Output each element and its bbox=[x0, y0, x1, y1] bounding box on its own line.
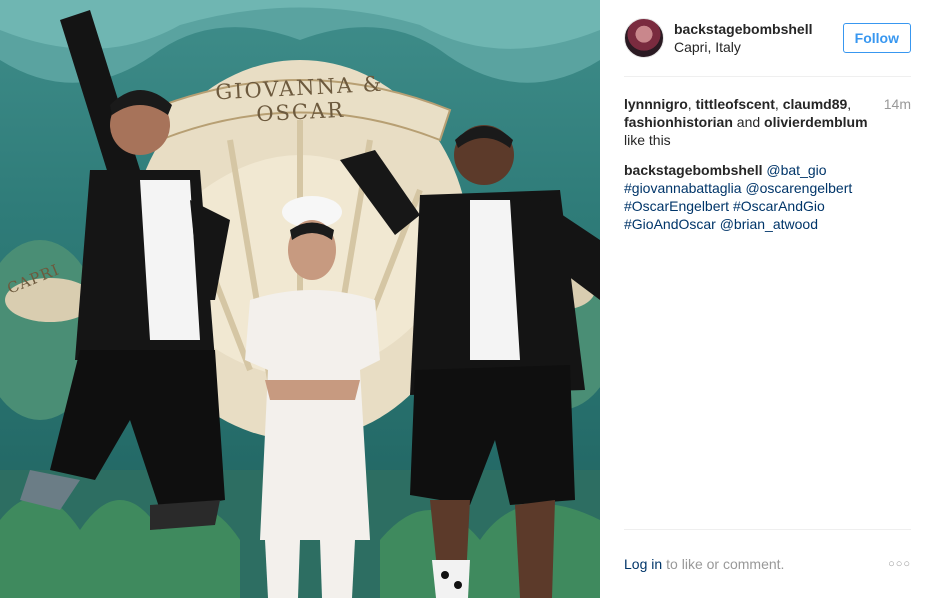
user-block: backstagebombshell Capri, Italy bbox=[674, 20, 843, 56]
caption-hashtag[interactable]: #OscarEngelbert bbox=[624, 198, 729, 214]
likes-summary: 14m lynnnigro, tittleofscent, claumd89, … bbox=[624, 96, 911, 148]
liker-link[interactable]: olivierdemblum bbox=[764, 114, 867, 130]
post-timestamp: 14m bbox=[883, 96, 911, 112]
location-link[interactable]: Capri, Italy bbox=[674, 38, 843, 56]
username-link[interactable]: backstagebombshell bbox=[674, 20, 843, 38]
liker-link[interactable]: fashionhistorian bbox=[624, 114, 733, 130]
likes-suffix-text: like this bbox=[624, 132, 671, 148]
liker-link[interactable]: tittleofscent bbox=[696, 96, 775, 112]
post-photo[interactable]: GIOVANNA & OSCAR CAPRI bbox=[0, 0, 600, 598]
instagram-post: GIOVANNA & OSCAR CAPRI backstagebombshel… bbox=[0, 0, 925, 598]
caption-hashtag[interactable]: #giovannabattaglia bbox=[624, 180, 742, 196]
caption-mention[interactable]: @bat_gio bbox=[766, 162, 826, 178]
avatar[interactable] bbox=[624, 18, 664, 58]
more-horizontal-icon[interactable]: ○○○ bbox=[888, 558, 911, 570]
post-side-panel: backstagebombshell Capri, Italy Follow 1… bbox=[600, 0, 925, 598]
post-header: backstagebombshell Capri, Italy Follow bbox=[624, 0, 911, 77]
follow-button[interactable]: Follow bbox=[842, 23, 911, 53]
post-caption: backstagebombshell @bat_gio #giovannabat… bbox=[624, 161, 911, 233]
caption-hashtag[interactable]: #OscarAndGio bbox=[733, 198, 825, 214]
likes-and-text: and bbox=[736, 114, 761, 130]
caption-mention[interactable]: @oscarengelbert bbox=[745, 180, 852, 196]
caption-author-link[interactable]: backstagebombshell bbox=[624, 162, 763, 178]
login-prompt-text: to like or comment. bbox=[666, 556, 785, 572]
caption-hashtag[interactable]: #GioAndOscar bbox=[624, 216, 716, 232]
caption-mention[interactable]: @brian_atwood bbox=[720, 216, 818, 232]
liker-link[interactable]: claumd89 bbox=[783, 96, 848, 112]
post-footer: Log in to like or comment. ○○○ bbox=[624, 529, 911, 598]
liker-link[interactable]: lynnnigro bbox=[624, 96, 688, 112]
login-link[interactable]: Log in bbox=[624, 556, 662, 572]
